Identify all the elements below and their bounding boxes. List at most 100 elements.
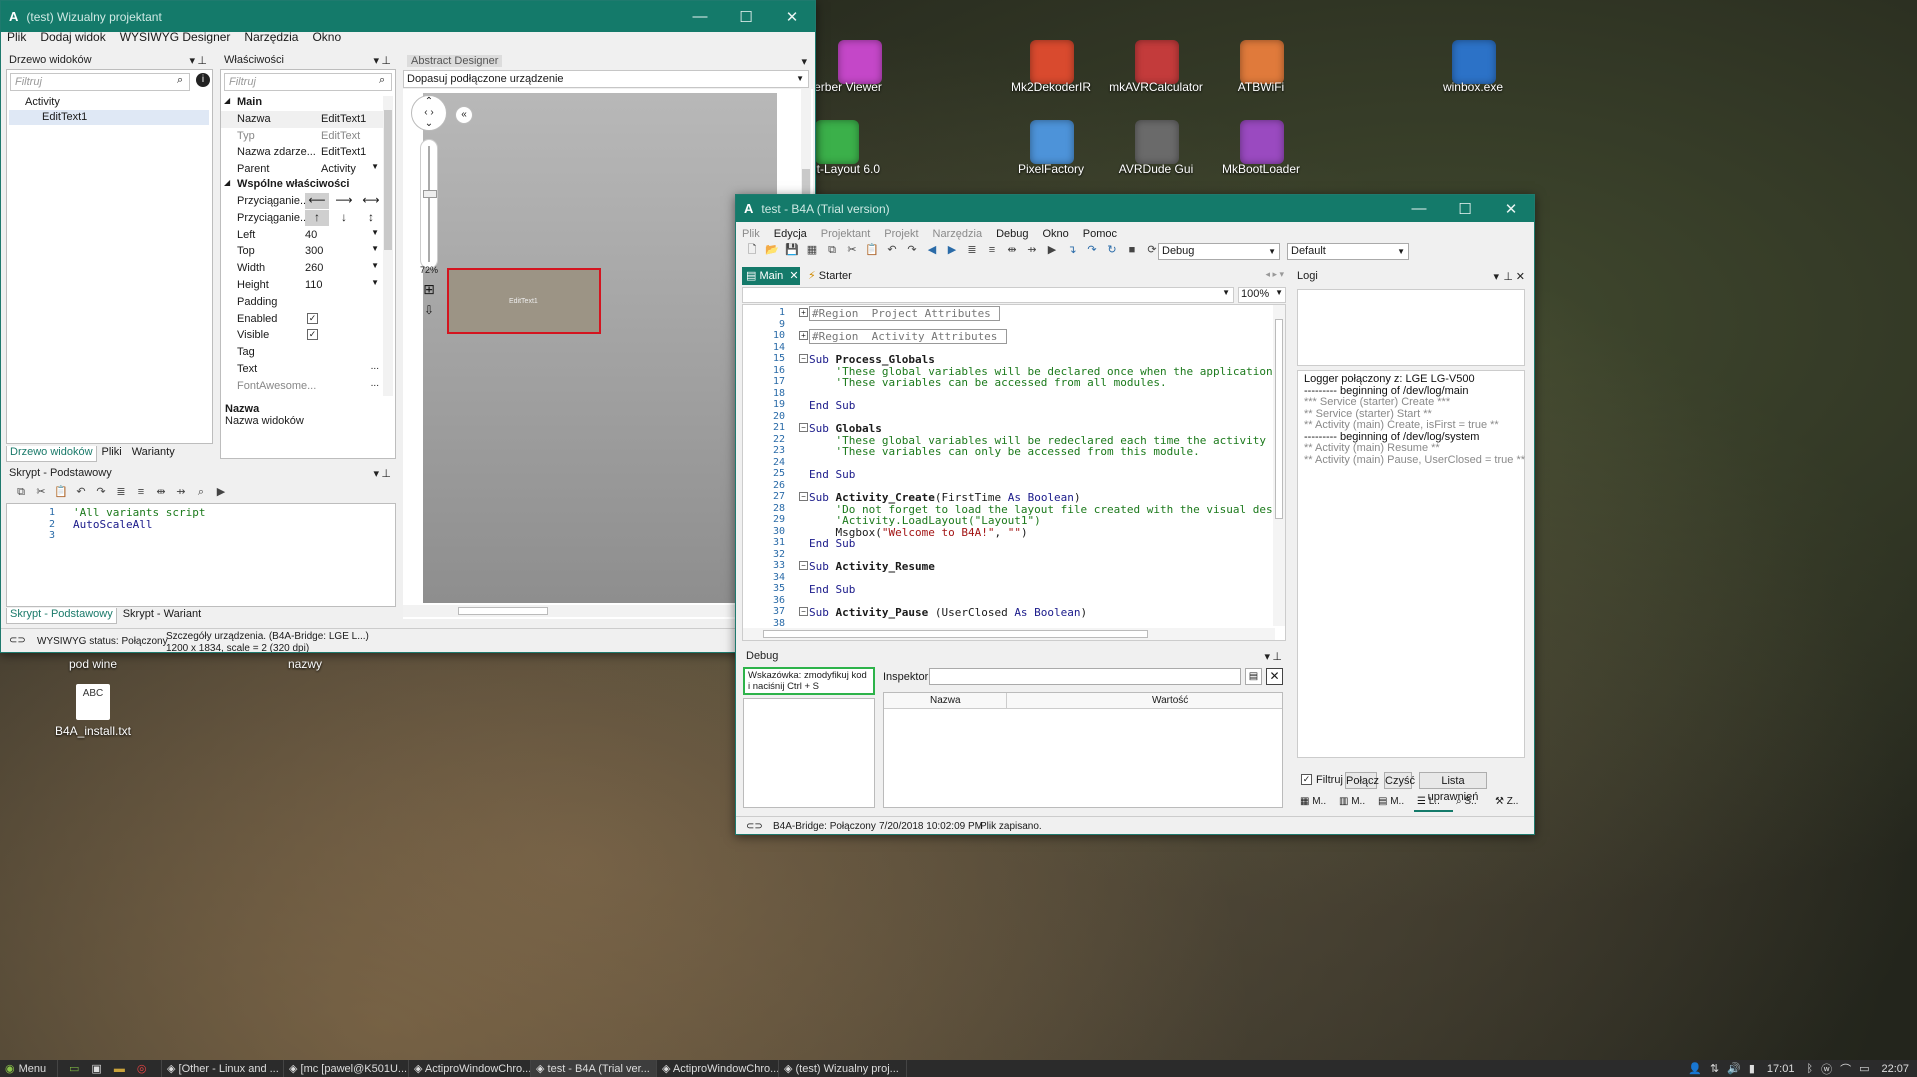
menu-item-wysiwyg-designer[interactable]: WYSIWYG Designer <box>120 30 231 44</box>
menu-item-dodaj-widok[interactable]: Dodaj widok <box>40 30 105 44</box>
prop-row[interactable]: Enabled ✓ <box>221 311 383 328</box>
comment-icon[interactable]: ⇹ <box>1005 243 1019 257</box>
paste-icon[interactable]: 📋 <box>54 485 68 499</box>
cut-icon[interactable]: ✂ <box>845 243 859 257</box>
device-select[interactable]: Dopasuj podłączone urządzenie ▼ <box>403 70 809 88</box>
comment-icon[interactable]: ⇹ <box>154 485 168 499</box>
props-filter-input[interactable]: Filtruj <box>224 73 392 91</box>
refresh-icon[interactable]: ⟳ <box>1145 243 1159 257</box>
clock-1[interactable]: 17:01 <box>1767 1063 1795 1075</box>
collapse-icon[interactable]: − <box>799 607 808 616</box>
logs-tab[interactable]: ☰ L.. <box>1414 796 1453 812</box>
taskbar-task[interactable]: ◈ ActiproWindowChro... <box>409 1060 531 1077</box>
anchor-option-icon[interactable]: ⟶ <box>332 193 356 209</box>
menu-item-plik[interactable]: Plik <box>7 30 26 44</box>
taskbar-task[interactable]: ◈ [Other - Linux and ... <box>162 1060 284 1077</box>
dropdown-icon[interactable]: ▾ <box>373 467 379 480</box>
connect-button[interactable]: Połącz <box>1345 772 1379 789</box>
search-icon[interactable]: ⌕ <box>177 74 183 87</box>
dropdown-icon[interactable]: ▾ <box>189 54 195 67</box>
expand-icon[interactable]: + <box>799 308 808 317</box>
stop-icon[interactable]: ■ <box>1125 243 1139 257</box>
prop-row[interactable]: Width 260 ▼ <box>221 260 383 277</box>
volume-icon[interactable]: 🔊 <box>1727 1062 1741 1075</box>
collapse-icon[interactable]: − <box>799 423 808 432</box>
prop-row[interactable]: Przyciąganie... ⟵ ⟶ ⟷ <box>221 193 383 210</box>
ide-titlebar[interactable]: A test - B4A (Trial version) — ☐ ✕ <box>736 195 1534 222</box>
pin-icon[interactable]: ⊥ <box>381 467 391 480</box>
tab-main[interactable]: ▤ Main ✕ <box>742 267 800 285</box>
abstract-tab[interactable]: Abstract Designer <box>407 55 503 67</box>
clipboard-icon[interactable]: ▤ <box>1245 668 1262 685</box>
start-menu-button[interactable]: ◉ Menu <box>0 1060 58 1077</box>
prop-row[interactable]: Height 110 ▼ <box>221 277 383 294</box>
forward-icon[interactable]: ▶ <box>945 243 959 257</box>
desktop-icon-label[interactable]: winbox.exe <box>1418 80 1528 94</box>
edittext-view[interactable]: EditText1 <box>447 268 601 334</box>
tab-script-variant[interactable]: Skrypt - Wariant <box>117 608 207 624</box>
restart-icon[interactable]: ↻ <box>1105 243 1119 257</box>
menu-item-narzędzia[interactable]: Narzędzia <box>244 30 298 44</box>
anchor-option-icon[interactable]: ⟷ <box>359 193 383 209</box>
taskbar-task[interactable]: ◈ test - B4A (Trial ver... <box>531 1060 657 1077</box>
menu-item-plik[interactable]: Plik <box>742 228 760 240</box>
menu-item-edycja[interactable]: Edycja <box>774 228 807 240</box>
prop-checkbox[interactable]: ✓ <box>307 329 318 341</box>
info-icon[interactable]: i <box>196 73 210 87</box>
undo-icon[interactable]: ↶ <box>885 243 899 257</box>
pin-icon[interactable]: ⊥ <box>197 54 207 67</box>
desktop-icon-label[interactable]: ATBWiFi <box>1206 80 1316 94</box>
tree-item-activity[interactable]: Activity <box>25 96 60 108</box>
script-editor[interactable]: 1 'All variants script 2 AutoScaleAll 3 <box>6 503 396 607</box>
prop-row[interactable]: Padding <box>221 294 383 311</box>
anchor-option-icon[interactable]: ↑ <box>305 209 329 226</box>
desktop-icon-label[interactable]: MkBootLoader <box>1206 162 1316 176</box>
logs-output[interactable]: Logger połączony z: LGE LG-V500 ---------… <box>1297 370 1525 758</box>
col-name[interactable]: Nazwa <box>930 695 961 706</box>
tab-view-tree[interactable]: Drzewo widoków <box>6 446 97 462</box>
paste-icon[interactable]: 📋 <box>865 243 879 257</box>
menu-item-projektant[interactable]: Projektant <box>821 228 871 240</box>
maximize-icon[interactable]: ☐ <box>1442 195 1488 222</box>
desktop-icon-image[interactable]: ABC <box>76 684 110 720</box>
close-icon[interactable]: ✕ <box>789 270 798 282</box>
prop-row[interactable]: Parent Activity ▼ <box>221 161 383 178</box>
undo-icon[interactable]: ↶ <box>74 485 88 499</box>
close-icon[interactable]: ✕ <box>1516 270 1525 283</box>
desktop-icon-image[interactable] <box>1135 120 1179 164</box>
logs-tab[interactable]: ▤ M.. <box>1375 796 1414 812</box>
user-icon[interactable]: 👤 <box>1688 1062 1702 1075</box>
run-icon[interactable]: ▶ <box>214 485 228 499</box>
run-icon[interactable]: ▶ <box>1045 243 1059 257</box>
new-icon[interactable]: 🗋 <box>745 243 759 257</box>
copy-icon[interactable]: ⧉ <box>825 243 839 257</box>
taskbar-task[interactable]: ◈ [mc [pawel@K501U... <box>284 1060 409 1077</box>
desktop-icon-image[interactable] <box>1240 120 1284 164</box>
outdent-icon[interactable]: ≡ <box>985 243 999 257</box>
tab-starter[interactable]: ⚡ Starter <box>808 267 852 285</box>
desktop-icon-label[interactable]: AVRDude Gui <box>1101 162 1211 176</box>
wifi-icon[interactable]: ⌒ <box>1840 1061 1851 1077</box>
copy-icon[interactable]: ⧉ <box>14 485 28 499</box>
code-editor[interactable]: 1 + #Region Project Attributes 9 10 + #Region… <box>742 304 1286 641</box>
menu-item-projekt[interactable]: Projekt <box>884 228 918 240</box>
filter-checkbox[interactable]: ✓ <box>1301 774 1312 785</box>
anchor-option-icon[interactable]: ↕ <box>359 210 383 226</box>
save-all-icon[interactable]: ▦ <box>805 243 819 257</box>
taskbar-task[interactable]: ◈ ActiproWindowChro... <box>657 1060 779 1077</box>
chevron-down-icon[interactable]: ▼ <box>371 244 379 253</box>
desktop-icon-label[interactable]: mkAVRCalculator <box>1101 80 1211 94</box>
menu-item-okno[interactable]: Okno <box>1043 228 1069 240</box>
close-icon[interactable]: ✕ <box>1488 195 1534 222</box>
tab-script-basic[interactable]: Skrypt - Podstawowy <box>6 608 117 624</box>
logs-tab[interactable]: ⌕ S.. <box>1453 796 1492 812</box>
tree-filter-input[interactable]: Filtruj <box>10 73 190 91</box>
download-icon[interactable]: ⇩ <box>421 303 437 319</box>
taskbar-task[interactable]: ◈ (test) Wizualny proj... <box>779 1060 907 1077</box>
chat-icon[interactable]: ▭ <box>1859 1062 1869 1075</box>
build-config-select[interactable]: Debug ▼ <box>1158 243 1280 260</box>
collapse-icon[interactable]: − <box>799 492 808 501</box>
theme-select[interactable]: Default ▼ <box>1287 243 1409 260</box>
sub-select[interactable]: ▼ <box>742 287 1234 303</box>
show-desktop-icon[interactable]: ▭ <box>69 1062 79 1075</box>
